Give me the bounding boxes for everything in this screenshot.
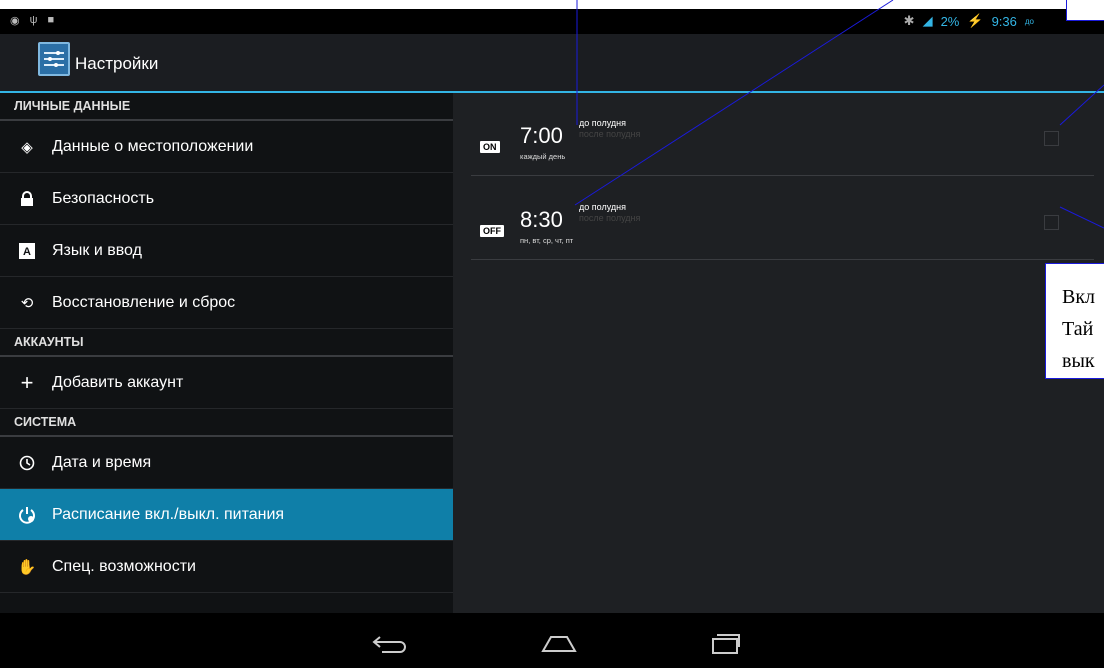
callout-line: вык <box>1062 350 1095 372</box>
annotation-callout-top <box>1066 0 1104 21</box>
annotation-callout: Вкл Тай вык <box>1045 263 1104 379</box>
annotation-lines <box>574 0 1104 229</box>
callout-line: Тай <box>1062 318 1094 340</box>
callout-line: Вкл <box>1062 286 1096 308</box>
